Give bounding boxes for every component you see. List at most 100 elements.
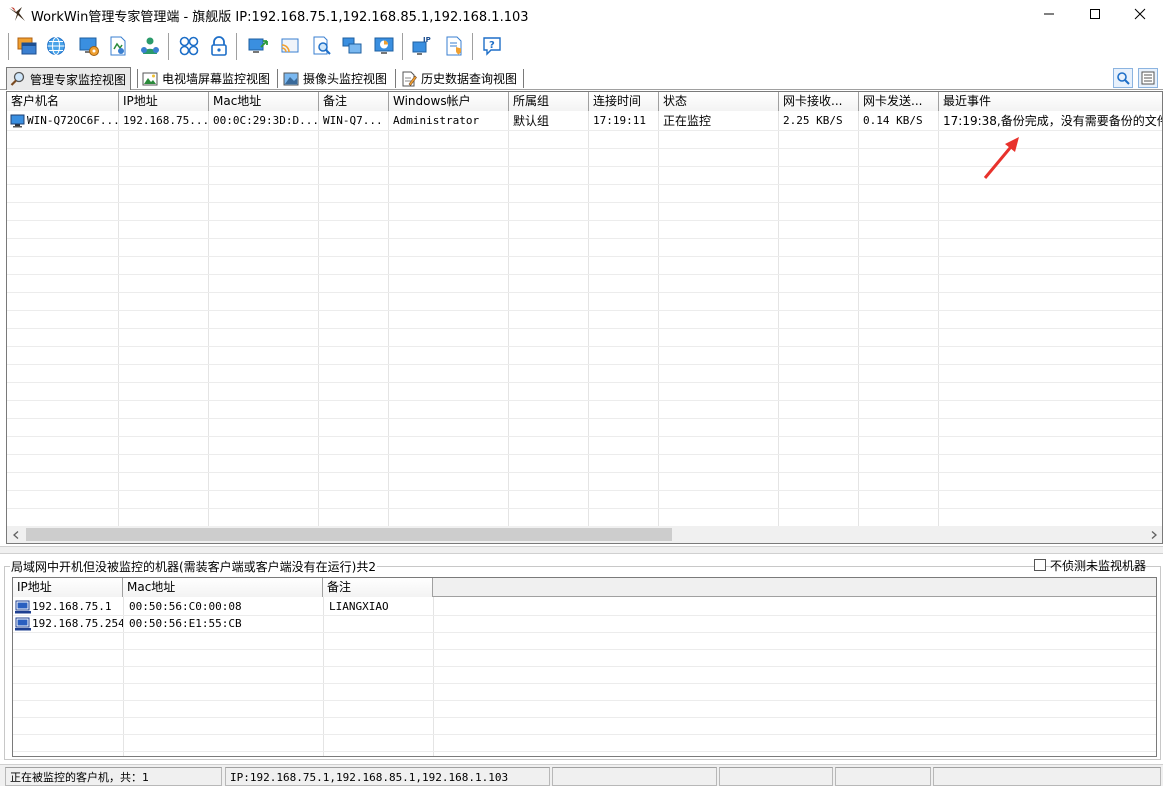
grid-row-line <box>7 472 1162 473</box>
monitored-count-status: 正在被监控的客户机，共：1 <box>5 767 222 786</box>
ip-text: 192.168.75.254 <box>32 617 123 630</box>
grid-line <box>938 111 939 526</box>
column-header-ip[interactable]: IP地址 <box>13 578 123 597</box>
network-button[interactable] <box>42 32 70 60</box>
connect-time-cell: 17:19:11 <box>593 114 646 127</box>
grid-row-line <box>7 256 1162 257</box>
lan-grid-header: IP地址 Mac地址 备注 <box>13 578 1156 597</box>
grid-row-line <box>7 364 1162 365</box>
unmonitored-machines-grid[interactable]: IP地址 Mac地址 备注 192.168.75.1 00:50:56:C0:0… <box>12 577 1157 757</box>
lock-settings-button[interactable] <box>205 32 233 60</box>
tab-label: 电视墙屏幕监控视图 <box>162 72 271 86</box>
grid-row-line <box>13 649 1156 650</box>
toolbar-separator <box>472 33 474 60</box>
grid-row-line <box>7 130 1162 131</box>
remote-control-button[interactable] <box>244 32 272 60</box>
panel-splitter[interactable] <box>0 546 1163 554</box>
broadcast-button[interactable] <box>276 32 304 60</box>
view-search-button[interactable] <box>1113 68 1133 88</box>
grid-row-line <box>13 734 1156 735</box>
report-button[interactable] <box>370 32 398 60</box>
ip-monitor-icon: IP <box>412 36 431 55</box>
client-name-cell: WIN-Q72OC6F... <box>7 112 118 130</box>
minimize-button[interactable] <box>1026 0 1072 28</box>
grid-line <box>588 111 589 526</box>
column-header-nic-send[interactable]: 网卡发送... <box>859 92 939 111</box>
grid-row-line <box>7 274 1162 275</box>
multi-screen-button[interactable] <box>338 32 366 60</box>
grid-row-line <box>7 184 1162 185</box>
clients-grid-header: 客户机名 IP地址 Mac地址 备注 Windows帐户 所属组 连接时间 状态… <box>7 92 1162 111</box>
close-button[interactable] <box>1117 0 1163 28</box>
minimize-icon <box>1044 13 1054 15</box>
column-header-nic-receive[interactable]: 网卡接收... <box>779 92 859 111</box>
document-edit-icon <box>402 71 417 86</box>
close-icon <box>1134 8 1146 20</box>
maximize-button[interactable] <box>1072 0 1118 28</box>
grid-line <box>318 111 319 526</box>
search-files-button[interactable] <box>308 32 336 60</box>
tab-camera-view[interactable]: 摄像头监控视图 <box>279 68 392 89</box>
column-header-mac[interactable]: Mac地址 <box>209 92 319 111</box>
ip-cell: 192.168.75... <box>123 114 208 127</box>
grid-line <box>508 111 509 526</box>
chevron-right-icon <box>1151 530 1157 539</box>
grid-row-line <box>7 382 1162 383</box>
column-header-status[interactable]: 状态 <box>659 92 779 111</box>
search-icon <box>1117 72 1130 85</box>
tab-tv-wall-view[interactable]: 电视墙屏幕监控视图 <box>138 68 275 89</box>
grid-row-line <box>7 490 1162 491</box>
view-list-button[interactable] <box>1138 68 1158 88</box>
column-header-connect-time[interactable]: 连接时间 <box>589 92 659 111</box>
document-policy-icon <box>110 36 126 56</box>
document-search-icon <box>313 36 331 55</box>
column-header-windows-account[interactable]: Windows帐户 <box>389 92 509 111</box>
tab-expert-monitor-view[interactable]: 管理专家监控视图 <box>6 67 132 90</box>
column-header-group[interactable]: 所属组 <box>509 92 589 111</box>
no-detect-label[interactable]: 不侦测未监视机器 <box>1050 557 1146 574</box>
grid-line <box>118 111 119 526</box>
grid-row-line <box>7 418 1162 419</box>
column-header-ip[interactable]: IP地址 <box>119 92 209 111</box>
ip-config-button[interactable]: IP <box>408 32 436 60</box>
policy-button[interactable] <box>104 32 132 60</box>
picture-icon <box>142 72 158 85</box>
monitor-gear-icon <box>79 37 99 56</box>
grid-row-line <box>13 666 1156 667</box>
scroll-thumb[interactable] <box>26 528 672 541</box>
table-row[interactable]: 192.168.75.254 00:50:56:E1:55:CB <box>13 615 1156 633</box>
scroll-left-button[interactable] <box>7 526 24 543</box>
user-management-button[interactable] <box>136 32 164 60</box>
windows-view-button[interactable] <box>13 32 41 60</box>
group-view-button[interactable] <box>175 32 203 60</box>
table-row[interactable]: WIN-Q72OC6F... 192.168.75... 00:0C:29:3D… <box>7 112 1162 130</box>
windows-icon <box>17 37 37 55</box>
ip-text: 192.168.75.1 <box>32 600 112 613</box>
scroll-right-button[interactable] <box>1145 526 1162 543</box>
grid-row-line <box>7 454 1162 455</box>
table-row[interactable]: 192.168.75.1 00:50:56:C0:00:08 LIANGXIAO <box>13 598 1156 615</box>
grid-row-line <box>7 328 1162 329</box>
svg-text:?: ? <box>489 40 495 51</box>
horizontal-scrollbar[interactable] <box>7 526 1162 543</box>
toolbar-separator <box>236 33 238 60</box>
column-header-mac[interactable]: Mac地址 <box>123 578 323 597</box>
column-header-recent-event[interactable]: 最近事件 <box>939 92 1162 111</box>
view-tabs: 管理专家监控视图 电视墙屏幕监控视图 摄像头监控视图 历史数据查询视图 <box>0 66 1163 90</box>
column-header-note[interactable]: 备注 <box>323 578 433 597</box>
no-detect-checkbox[interactable] <box>1034 559 1046 571</box>
column-header-client-name[interactable]: 客户机名 <box>7 92 119 111</box>
security-log-button[interactable] <box>440 32 468 60</box>
grid-line <box>388 111 389 526</box>
tab-history-query-view[interactable]: 历史数据查询视图 <box>397 68 522 89</box>
ip-status: IP:192.168.75.1,192.168.85.1,192.168.1.1… <box>225 767 550 786</box>
status-bar: 正在被监控的客户机，共：1 IP:192.168.75.1,192.168.85… <box>0 764 1163 786</box>
grid-row-line <box>7 508 1162 509</box>
note-cell <box>325 615 433 633</box>
magnifier-icon <box>10 71 25 86</box>
cast-icon <box>281 38 299 53</box>
monitor-settings-button[interactable] <box>75 32 103 60</box>
help-button[interactable]: ? <box>478 32 506 60</box>
column-header-note[interactable]: 备注 <box>319 92 389 111</box>
grid-row-line <box>13 751 1156 752</box>
